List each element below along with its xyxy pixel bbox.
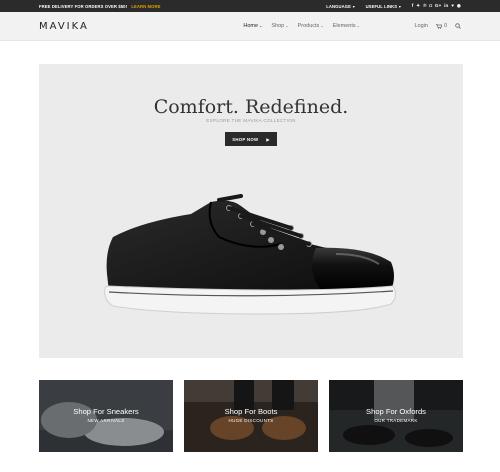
- nav-elements[interactable]: Elements⌄: [333, 23, 360, 29]
- card-sneakers-title: Shop For Sneakers: [73, 407, 139, 416]
- search-icon[interactable]: [455, 23, 461, 29]
- heart-icon[interactable]: ♥: [451, 3, 454, 9]
- header-actions: Login 0: [414, 23, 461, 29]
- language-dropdown[interactable]: LANGUAGE▼: [326, 4, 355, 9]
- nav-home[interactable]: Home⌄: [243, 23, 262, 29]
- useful-links-label: USEFUL LINKS: [365, 3, 398, 9]
- cart-count: 0: [443, 23, 447, 29]
- hero-banner: Comfort. Redefined. EXPLORE THE MAVIKA C…: [39, 64, 463, 358]
- social-links: f ✦ ℗ ◘ G+ in ♥ ◉: [412, 3, 461, 9]
- language-label: LANGUAGE: [326, 3, 351, 9]
- card-oxfords-subtitle: OUR TRADEMARK: [374, 418, 418, 423]
- google-plus-icon[interactable]: G+: [435, 3, 441, 9]
- card-oxfords-title: Shop For Oxfords: [366, 407, 426, 416]
- dribbble-icon[interactable]: ◉: [457, 3, 461, 9]
- nav-shop[interactable]: Shop⌄: [271, 23, 288, 29]
- logo[interactable]: MAVIKA: [39, 21, 89, 32]
- linkedin-icon[interactable]: in: [444, 3, 448, 9]
- card-boots-title: Shop For Boots: [224, 407, 278, 416]
- card-boots[interactable]: Shop For Boots HUGE DISCOUNTS: [184, 380, 318, 452]
- nav-elements-label: Elements: [332, 23, 356, 29]
- promo-label: FREE DELIVERY FOR ORDERS OVER $50!: [39, 3, 128, 9]
- hero-subtitle: EXPLORE THE MAVIKA COLLECTION: [206, 118, 296, 123]
- pinterest-icon[interactable]: ℗: [423, 3, 427, 9]
- sneaker-image: [104, 194, 397, 315]
- shop-now-label: SHOP NOW: [232, 136, 259, 142]
- top-bar: FREE DELIVERY FOR ORDERS OVER $50! LEARN…: [0, 0, 500, 12]
- card-boots-subtitle: HUGE DISCOUNTS: [228, 418, 274, 423]
- instagram-icon[interactable]: ◘: [429, 3, 432, 9]
- nav-shop-label: Shop: [271, 23, 285, 29]
- boots-photo: [184, 380, 318, 452]
- chevron-down-icon: ▼: [351, 4, 356, 9]
- site-header: MAVIKA Home⌄ Shop⌄ Products⌄ Elements⌄ L…: [0, 12, 500, 41]
- useful-links-dropdown[interactable]: USEFUL LINKS▼: [366, 4, 402, 9]
- nav-home-label: Home: [243, 23, 259, 29]
- nav-products[interactable]: Products⌄: [298, 23, 324, 29]
- card-oxfords[interactable]: Shop For Oxfords OUR TRADEMARK: [329, 380, 463, 452]
- chevron-down-icon: ⌄: [320, 23, 324, 28]
- learn-more-link[interactable]: LEARN MORE: [131, 4, 160, 9]
- oxfords-photo: [329, 380, 463, 452]
- card-sneakers-subtitle: NEW ARRIVALS: [87, 418, 125, 423]
- chevron-down-icon: ⌄: [285, 23, 289, 28]
- category-cards: Shop For Sneakers NEW ARRIVALS Shop For …: [39, 380, 463, 452]
- sneakers-photo: [39, 380, 173, 452]
- chevron-down-icon: ⌄: [259, 23, 263, 28]
- twitter-icon[interactable]: ✦: [416, 3, 420, 9]
- nav-products-label: Products: [297, 23, 320, 29]
- shop-now-button[interactable]: SHOP NOW ▶: [225, 132, 277, 146]
- login-link[interactable]: Login: [414, 23, 427, 29]
- main-nav: Home⌄ Shop⌄ Products⌄ Elements⌄: [143, 23, 360, 29]
- cart-button[interactable]: 0: [435, 23, 447, 29]
- play-arrow-icon: ▶: [266, 136, 270, 142]
- hero-title: Comfort. Redefined.: [153, 96, 349, 118]
- cart-icon: [435, 23, 442, 29]
- chevron-down-icon: ⌄: [356, 23, 360, 28]
- facebook-icon[interactable]: f: [412, 3, 414, 9]
- card-sneakers[interactable]: Shop For Sneakers NEW ARRIVALS: [39, 380, 173, 452]
- promo-text: FREE DELIVERY FOR ORDERS OVER $50! LEARN…: [39, 4, 316, 9]
- chevron-down-icon: ▼: [398, 4, 402, 9]
